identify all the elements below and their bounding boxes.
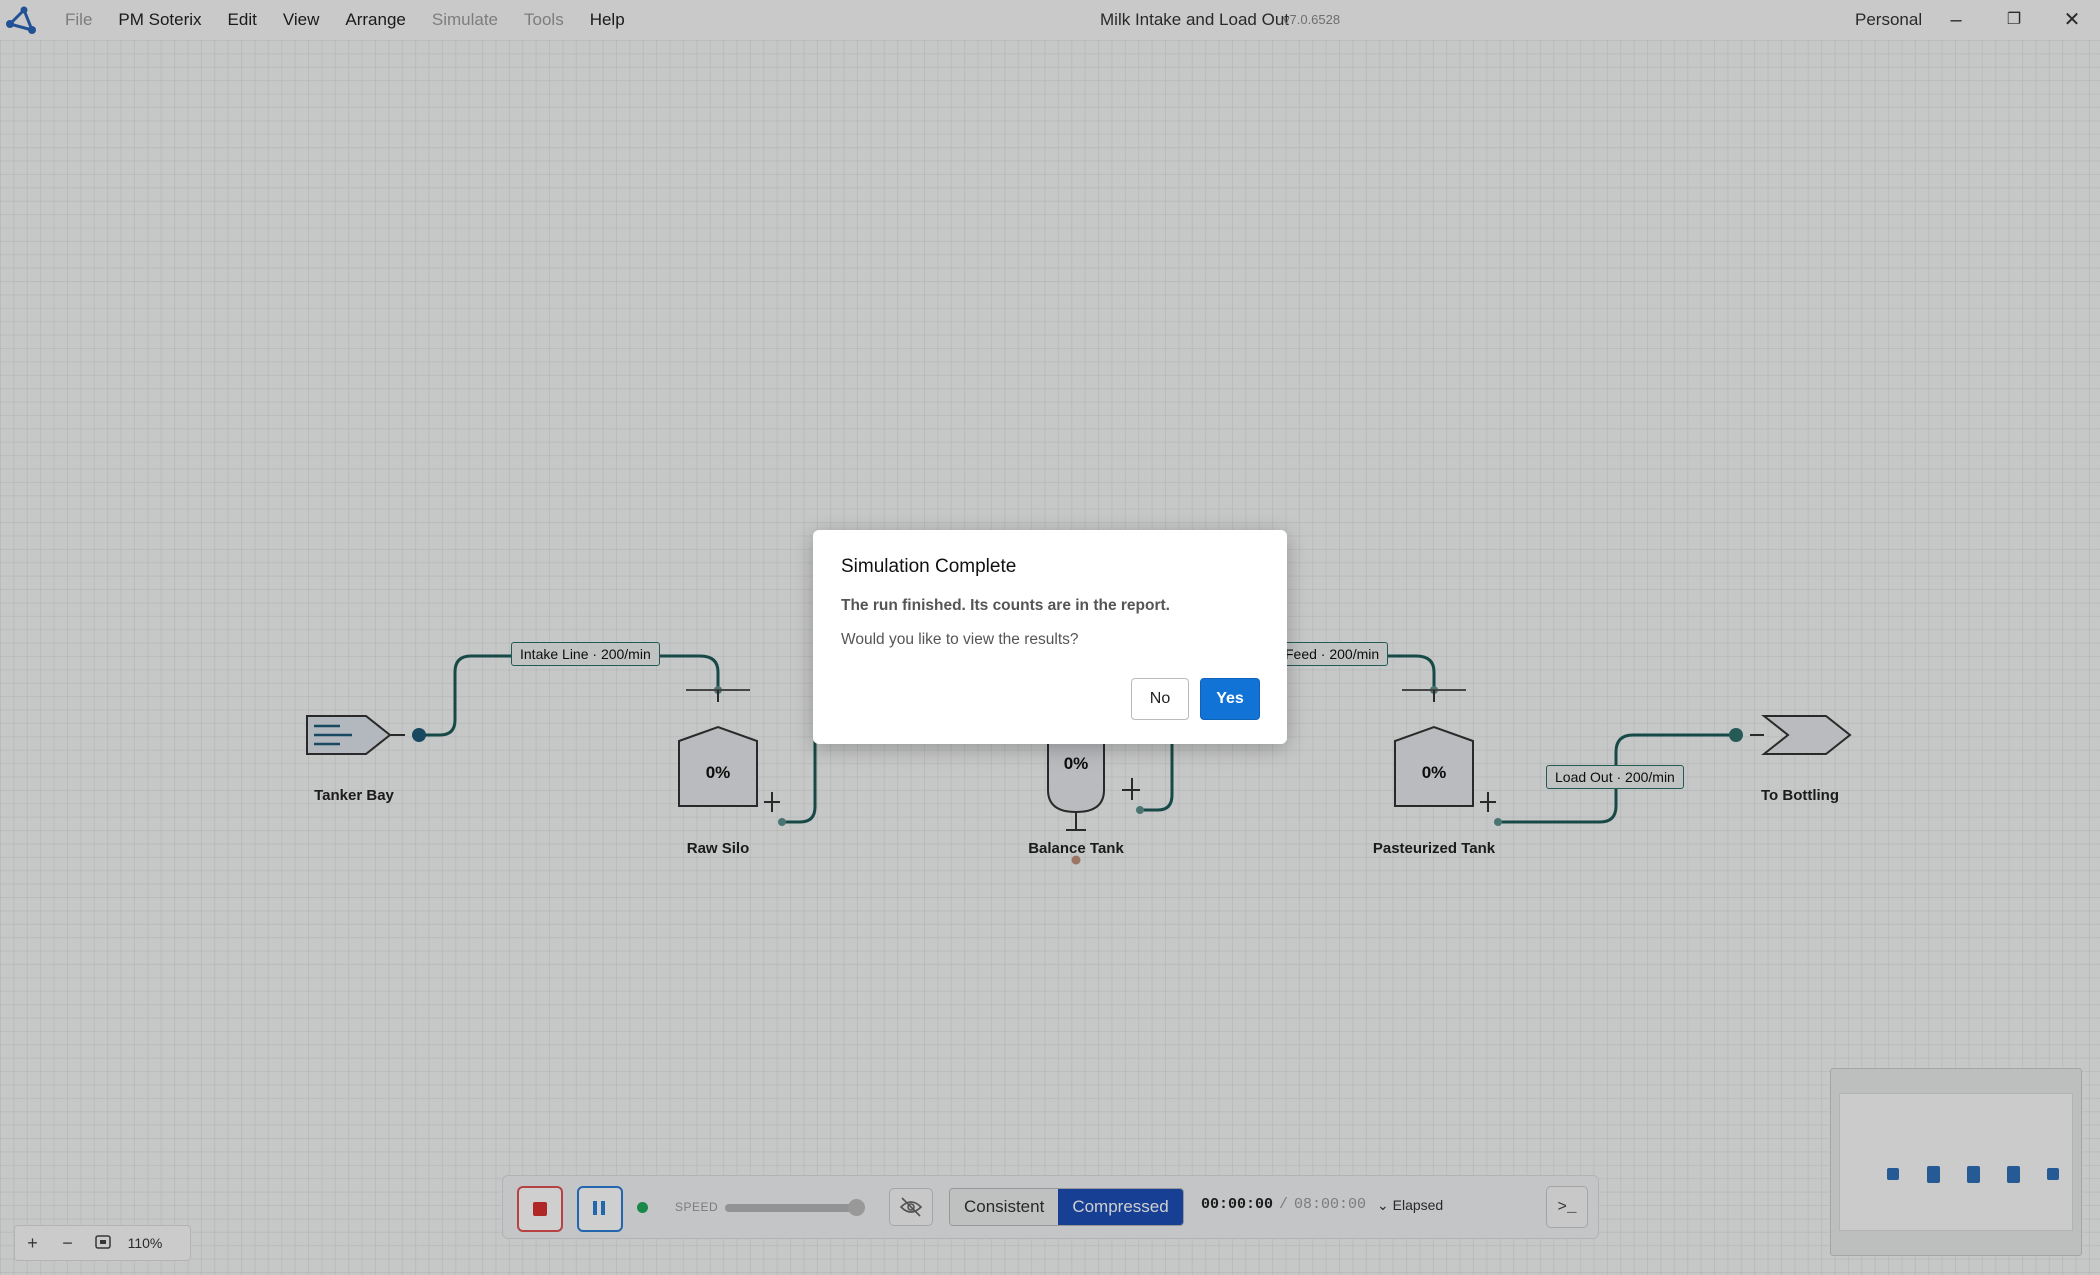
- yes-button[interactable]: Yes: [1200, 678, 1260, 720]
- simulation-complete-dialog: Simulation Complete The run finished. It…: [813, 530, 1287, 744]
- dialog-message: The run finished. Its counts are in the …: [841, 597, 1170, 614]
- dialog-title: Simulation Complete: [841, 556, 1017, 577]
- dialog-question: Would you like to view the results?: [841, 631, 1079, 648]
- no-button[interactable]: No: [1131, 678, 1189, 720]
